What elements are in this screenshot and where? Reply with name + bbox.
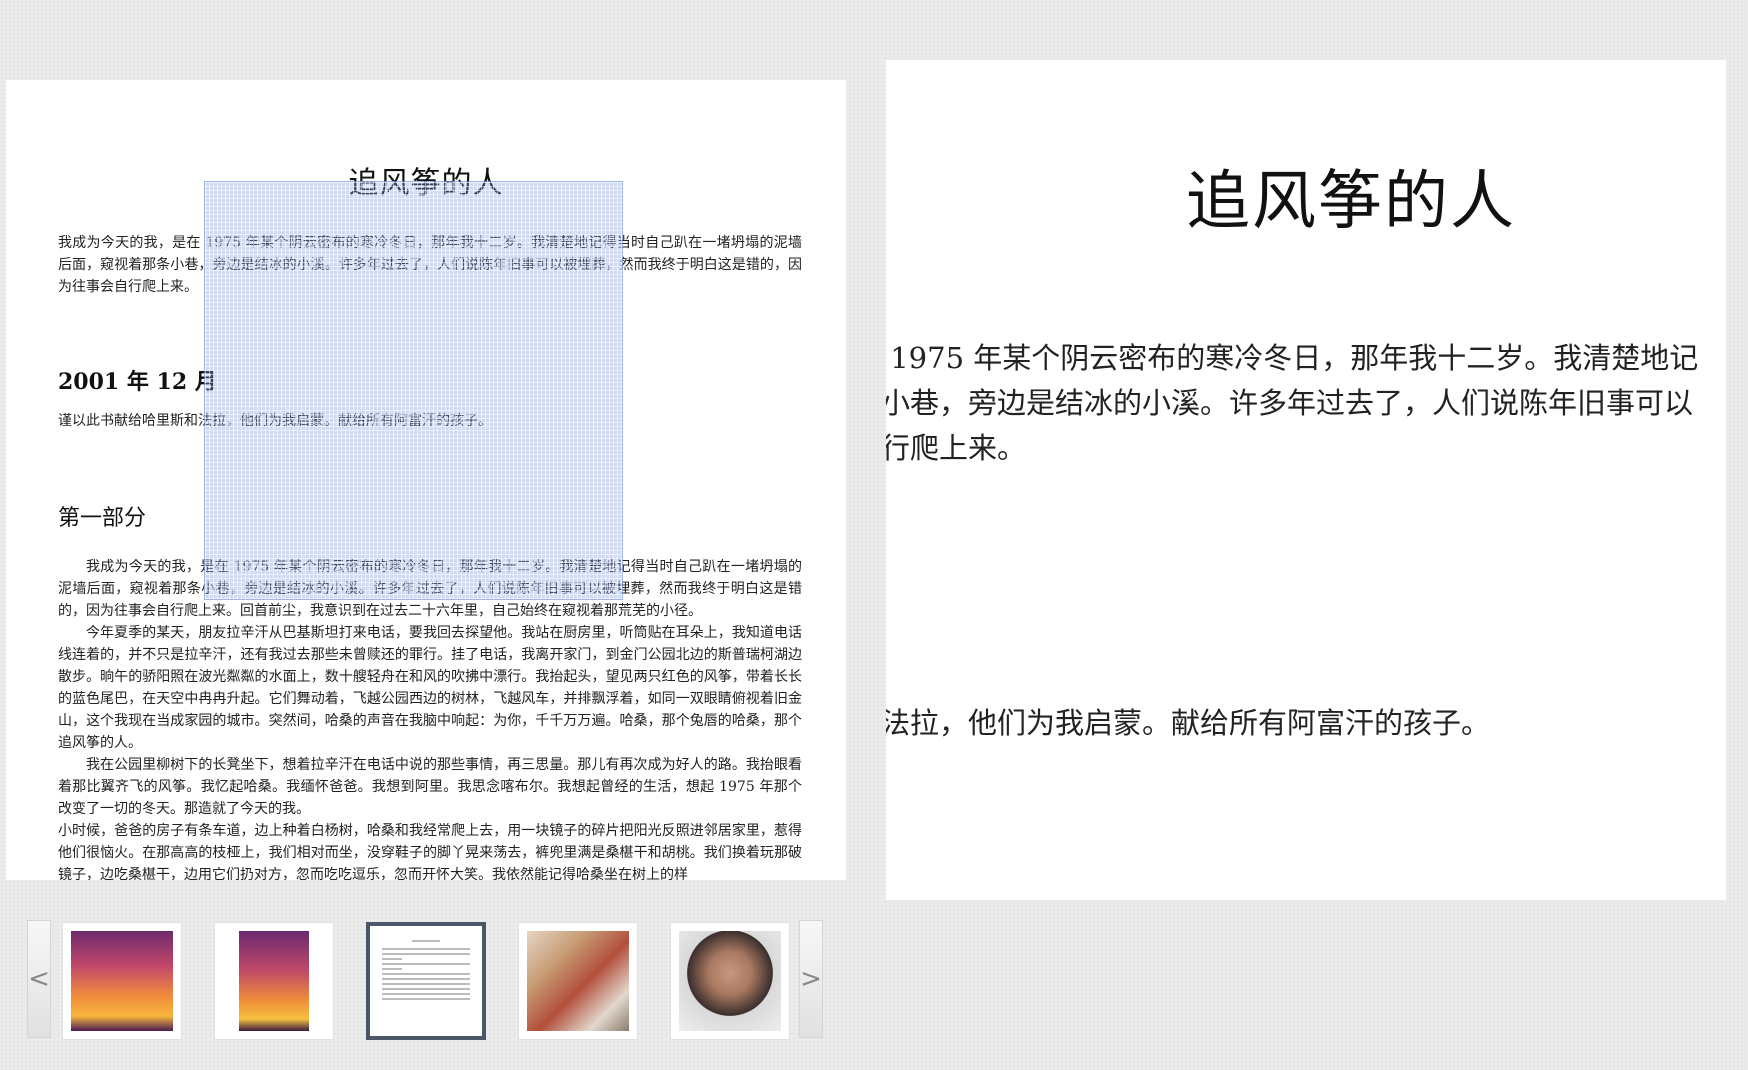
- thumbnail-cover-back[interactable]: [214, 922, 334, 1040]
- part-heading: 第一部分: [58, 506, 147, 531]
- zoom-view: 追风筝的人 在 1975 年某个阴云密布的寒冷冬日，那年我十二岁。我清楚地记 条…: [886, 60, 1726, 900]
- magnifier-lens[interactable]: [204, 181, 623, 600]
- cover-image: [239, 931, 309, 1031]
- thumbnail-text-page[interactable]: [366, 922, 486, 1040]
- thumbnail-cover-front[interactable]: [62, 922, 182, 1040]
- date-heading: 2001 年 12 月: [58, 369, 217, 395]
- zoom-text-line: 和法拉，他们为我启蒙。献给所有阿富汗的孩子。: [886, 706, 1491, 740]
- zoom-text-line: 在 1975 年某个阴云密布的寒冷冬日，那年我十二岁。我清楚地记: [886, 341, 1699, 375]
- prev-arrow-button[interactable]: <: [27, 920, 51, 1038]
- thumbnail-strip: < >: [27, 920, 827, 1040]
- zoom-text-line: 条小巷，旁边是结冰的小溪。许多年过去了，人们说陈年旧事可以: [886, 386, 1694, 420]
- zoom-content: 追风筝的人 在 1975 年某个阴云密布的寒冷冬日，那年我十二岁。我清楚地记 条…: [886, 60, 1726, 900]
- body-paragraph: 小时候，爸爸的房子有条车道，边上种着白杨树，哈桑和我经常爬上去，用一块镜子的碎片…: [58, 823, 802, 880]
- body-paragraph: 今年夏季的某天，朋友拉辛汗从巴基斯坦打来电话，要我回去探望他。我站在厨房里，听筒…: [58, 625, 802, 751]
- zoom-title: 追风筝的人: [1186, 165, 1516, 239]
- book-photo: [527, 931, 629, 1031]
- zoom-text-line: 自行爬上来。: [886, 431, 1027, 465]
- page-preview: [378, 934, 474, 1028]
- main-page-view[interactable]: 追风筝的人 我成为今天的我，是在 1975 年某个阴云密布的寒冷冬日，那年我十二…: [6, 80, 846, 880]
- next-arrow-button[interactable]: >: [799, 920, 823, 1038]
- cover-image: [71, 931, 173, 1031]
- author-photo: [679, 931, 781, 1031]
- thumbnail-author-photo[interactable]: [670, 922, 790, 1040]
- body-paragraph: 我在公园里柳树下的长凳坐下，想着拉辛汗在电话中说的那些事情，再三思量。那儿有再次…: [58, 757, 802, 817]
- thumbnail-book-photo[interactable]: [518, 922, 638, 1040]
